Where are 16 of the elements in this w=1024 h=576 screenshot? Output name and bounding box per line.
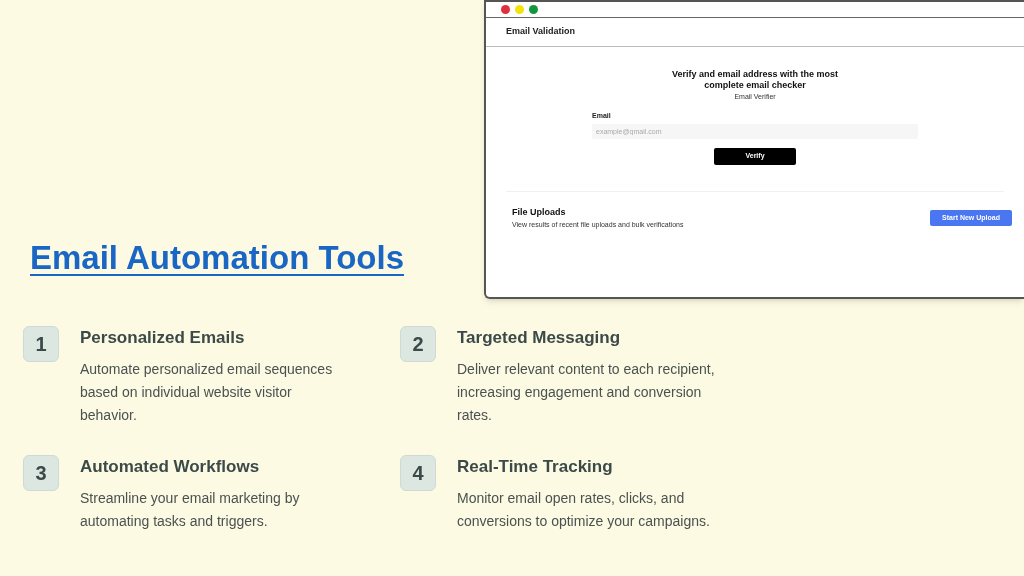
app-header: Email Validation <box>506 25 576 39</box>
number-badge: 2 <box>400 326 436 362</box>
number-badge: 3 <box>23 455 59 491</box>
verify-heading: Verify and email address with the most complete email checker <box>670 69 840 91</box>
feature-title: Personalized Emails <box>80 327 246 349</box>
number-badge: 4 <box>400 455 436 491</box>
slide-title: Email Automation Tools <box>30 237 404 278</box>
feature-description: Monitor email open rates, clicks, and conversions to optimize your campaigns. <box>457 489 711 531</box>
feature-title: Targeted Messaging <box>457 327 622 349</box>
uploads-title: File Uploads <box>512 206 567 219</box>
feature-title: Automated Workflows <box>80 456 261 478</box>
feature-description: Streamline your email marketing by automating tasks and triggers. <box>80 489 301 531</box>
feature-title: Real-Time Tracking <box>457 456 614 478</box>
feature-description: Deliver relevant content to each recipient, increasing engagement and conversion rates. <box>457 360 716 425</box>
number-badge: 1 <box>23 326 59 362</box>
feature-description: Automate personalized email sequences based on individual website visitor behavior. <box>80 360 334 425</box>
